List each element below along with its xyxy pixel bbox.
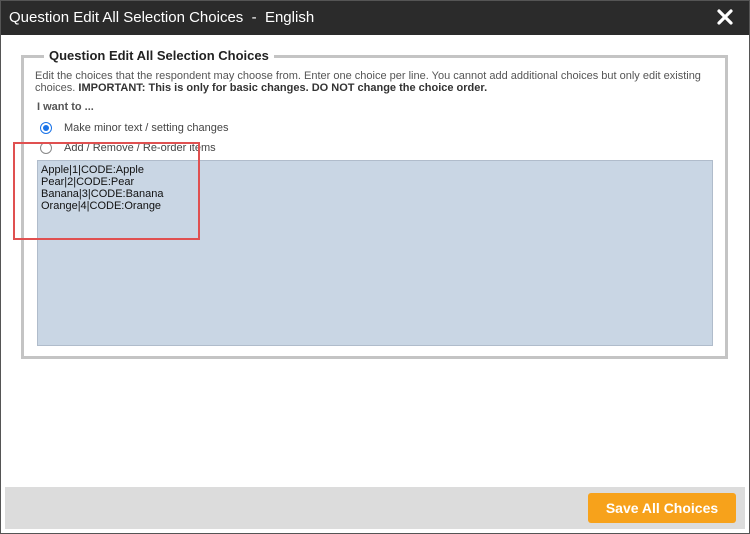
option-label: Make minor text / setting changes	[64, 122, 229, 134]
dialog-title: Question Edit All Selection Choices - En…	[9, 9, 315, 26]
option-label: Add / Remove / Re-order items	[64, 142, 216, 154]
selection-choices-fieldset: Question Edit All Selection Choices Edit…	[21, 48, 728, 359]
dialog-footer: Save All Choices	[5, 487, 745, 529]
choices-textarea[interactable]: Apple|1|CODE:Apple Pear|2|CODE:Pear Bana…	[37, 160, 713, 346]
save-all-choices-button[interactable]: Save All Choices	[588, 493, 736, 523]
want-to-label: I want to ...	[37, 101, 94, 113]
dialog-titlebar: Question Edit All Selection Choices - En…	[1, 1, 749, 35]
instructions-important: IMPORTANT: This is only for basic change…	[78, 82, 488, 94]
fieldset-legend: Question Edit All Selection Choices	[44, 48, 274, 64]
instructions-text: Edit the choices that the respondent may…	[35, 70, 715, 94]
close-icon[interactable]	[715, 7, 735, 27]
radio-selected[interactable]	[40, 122, 52, 134]
edit-choices-dialog: Question Edit All Selection Choices - En…	[0, 0, 750, 534]
radio-unselected[interactable]	[40, 142, 52, 154]
